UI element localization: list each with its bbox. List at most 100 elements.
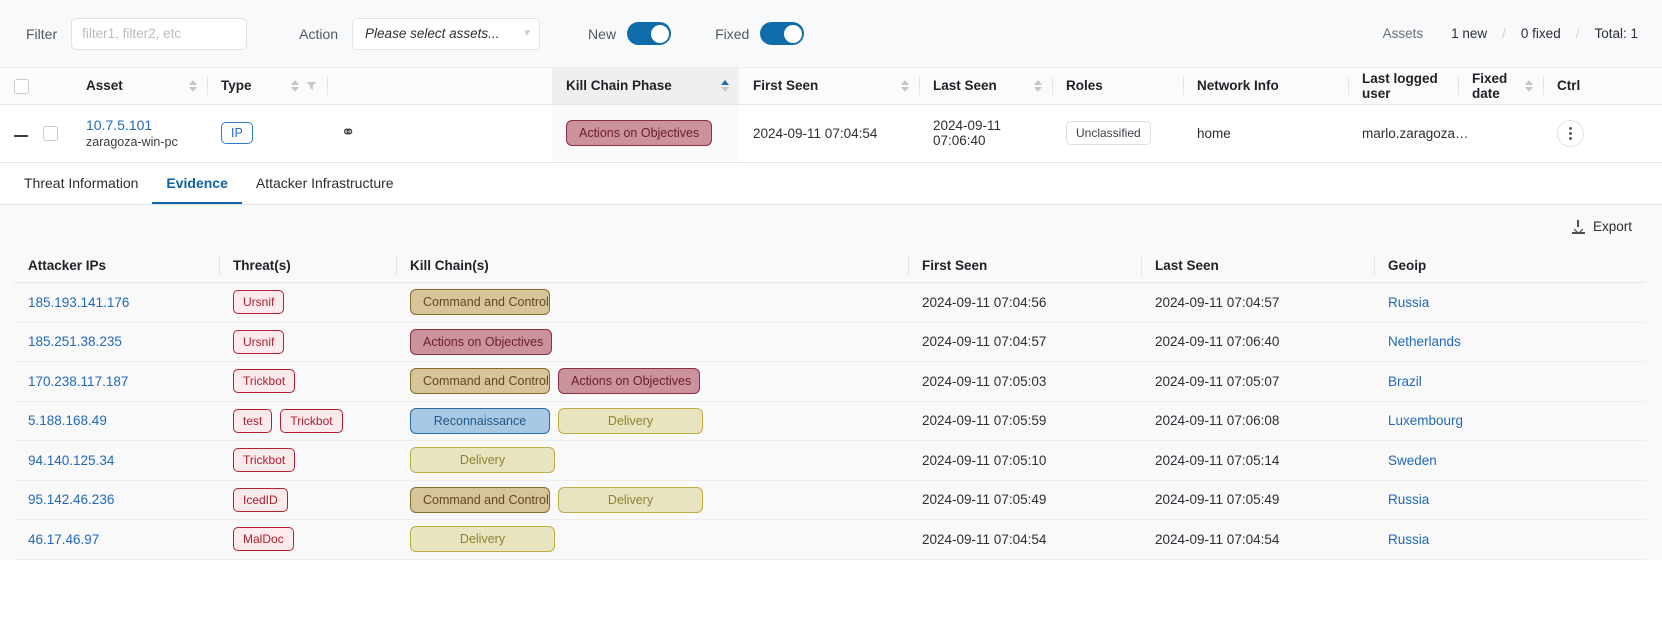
kill-chain-chip: Actions on Objectives [558, 368, 700, 394]
table-row[interactable]: 46.17.46.97MalDocDelivery2024-09-11 07:0… [14, 520, 1646, 560]
assets-table-header-row: Asset Type [0, 68, 1662, 104]
sort-icon[interactable] [189, 80, 197, 92]
table-row[interactable]: 185.251.38.235UrsnifActions on Objective… [14, 322, 1646, 362]
geoip-link[interactable]: Brazil [1388, 374, 1422, 389]
threat-chip: IcedID [233, 488, 288, 512]
sort-icon[interactable] [291, 80, 299, 92]
table-row[interactable]: 95.142.46.236IcedIDCommand and ControlDe… [14, 480, 1646, 520]
filter-icon[interactable] [306, 82, 317, 90]
toggle-knob [784, 25, 802, 43]
column-header-network-info[interactable]: Network Info [1183, 68, 1348, 104]
cell-threats: MalDoc [219, 520, 396, 560]
geoip-link[interactable]: Netherlands [1388, 334, 1461, 349]
export-button[interactable]: Export [1572, 219, 1632, 234]
sort-icon[interactable] [1034, 80, 1042, 92]
column-header-last-seen[interactable]: Last Seen [919, 68, 1052, 104]
table-row[interactable]: 10.7.5.101 zaragoza-win-pc IP ⚭ Actions … [0, 104, 1662, 162]
cell-attacker-ip: 5.188.168.49 [14, 401, 219, 441]
fixed-toggle[interactable] [760, 22, 804, 45]
geoip-link[interactable]: Russia [1388, 492, 1429, 507]
column-header-last-logged-user[interactable]: Last logged user [1348, 68, 1458, 104]
cell-attacker-ip: 46.17.46.97 [14, 520, 219, 560]
cell-last-seen: 2024-09-11 07:06:08 [1141, 401, 1374, 441]
row-checkbox[interactable] [43, 126, 58, 141]
column-header-roles[interactable]: Roles [1052, 68, 1183, 104]
sort-icon[interactable] [901, 80, 909, 92]
attacker-ip-link[interactable]: 170.238.117.187 [28, 374, 128, 389]
cell-tag-icon: ⚭ [327, 104, 552, 162]
column-header-first-seen[interactable]: First Seen [908, 249, 1141, 283]
column-label: Kill Chain Phase [566, 78, 672, 93]
geoip-link[interactable]: Russia [1388, 295, 1429, 310]
column-label: Network Info [1197, 78, 1279, 93]
table-row[interactable]: 94.140.125.34 Trickbot Delivery 2024-09-11 … [14, 441, 1646, 481]
tab-evidence[interactable]: Evidence [152, 175, 241, 204]
cell-last-seen: 2024-09-11 07:05:07 [1141, 362, 1374, 402]
kill-chain-chip: Command and Control [410, 368, 550, 394]
top-toolbar: Filter Action Please select assets... ▾ … [0, 0, 1662, 68]
geoip-link[interactable]: Luxembourg [1388, 413, 1463, 428]
column-header-type[interactable]: Type [207, 68, 327, 104]
collapse-row-icon[interactable] [14, 135, 28, 137]
threat-chip: Trickbot [233, 448, 295, 472]
tab-threat-information[interactable]: Threat Information [24, 175, 152, 204]
cell-last-seen: 2024-09-11 07:06:40 [1141, 322, 1374, 362]
tab-attacker-infrastructure[interactable]: Attacker Infrastructure [242, 175, 408, 204]
toggle-knob [651, 25, 669, 43]
attacker-ip-link[interactable]: 5.188.168.49 [28, 413, 107, 428]
column-header-asset[interactable]: Asset [72, 68, 207, 104]
attacker-ip-link[interactable]: 94.140.125.34 [28, 453, 114, 468]
download-icon [1572, 220, 1585, 234]
cell-first-seen: 2024-09-11 07:04:54 [739, 104, 919, 162]
column-header-geoip[interactable]: Geoip [1374, 249, 1646, 283]
cell-kill-chains: Command and Control Actions on Objectives [396, 362, 908, 402]
tag-edit-icon[interactable]: ⚭ [341, 123, 355, 142]
cell-first-seen: 2024-09-11 07:05:49 [908, 480, 1141, 520]
asset-evidence-page: Filter Action Please select assets... ▾ … [0, 0, 1662, 625]
attacker-ip-link[interactable]: 185.193.141.176 [28, 295, 129, 310]
column-header-attacker-ips[interactable]: Attacker IPs [14, 249, 219, 283]
evidence-panel: Export Attacker IPs Threat(s) Kill Chain… [0, 205, 1662, 560]
asset-ip-link[interactable]: 10.7.5.101 [86, 116, 207, 134]
attacker-ip-link[interactable]: 95.142.46.236 [28, 492, 114, 507]
geoip-link[interactable]: Sweden [1388, 453, 1437, 468]
kill-chain-chip: Delivery [558, 408, 703, 434]
cell-first-seen: 2024-09-11 07:05:59 [908, 401, 1141, 441]
column-header-kill-chain-phase[interactable]: Kill Chain Phase [552, 68, 739, 104]
table-row[interactable]: 185.193.141.176UrsnifCommand and Control… [14, 283, 1646, 323]
column-label: Last logged user [1362, 71, 1448, 101]
column-header-fixed-date[interactable]: Fixed date [1458, 68, 1543, 104]
column-header-threats[interactable]: Threat(s) [219, 249, 396, 283]
sort-icon[interactable] [721, 80, 729, 92]
cell-first-seen: 2024-09-11 07:04:57 [908, 322, 1141, 362]
table-row[interactable]: 170.238.117.187TrickbotCommand and Contr… [14, 362, 1646, 402]
cell-attacker-ip: 95.142.46.236 [14, 480, 219, 520]
action-select[interactable]: Please select assets... ▾ [352, 18, 540, 50]
column-header-last-seen[interactable]: Last Seen [1141, 249, 1374, 283]
cell-last-seen: 2024-09-11 07:05:14 [1141, 441, 1374, 481]
table-row[interactable]: 5.188.168.49testTrickbotReconnaissanceDe… [14, 401, 1646, 441]
attacker-ip-link[interactable]: 46.17.46.97 [28, 532, 99, 547]
row-actions-menu-icon[interactable] [1557, 120, 1584, 147]
attacker-ip-link[interactable]: 185.251.38.235 [28, 334, 122, 349]
column-label: First Seen [922, 258, 987, 273]
column-label: First Seen [753, 78, 818, 93]
column-header-first-seen[interactable]: First Seen [739, 68, 919, 104]
kill-chain-chip: Delivery [410, 447, 555, 473]
kill-chain-chip: Command and Control [410, 487, 550, 513]
cell-kill-chains: Delivery [396, 520, 908, 560]
cell-attacker-ip: 94.140.125.34 [14, 441, 219, 481]
filter-input[interactable] [71, 18, 247, 50]
evidence-table: Attacker IPs Threat(s) Kill Chain(s) Fir… [14, 249, 1646, 560]
sort-icon[interactable] [1525, 80, 1533, 92]
cell-geoip: Netherlands [1374, 322, 1646, 362]
geoip-link[interactable]: Russia [1388, 532, 1429, 547]
select-all-checkbox[interactable] [14, 79, 29, 94]
column-header-kill-chains[interactable]: Kill Chain(s) [396, 249, 908, 283]
cell-threats: Trickbot [219, 441, 396, 481]
select-all-header [0, 68, 72, 104]
cell-kill-chains: Command and Control [396, 283, 908, 323]
new-toggle[interactable] [627, 22, 671, 45]
filter-label: Filter [26, 26, 57, 42]
cell-kill-chains: Actions on Objectives [396, 322, 908, 362]
